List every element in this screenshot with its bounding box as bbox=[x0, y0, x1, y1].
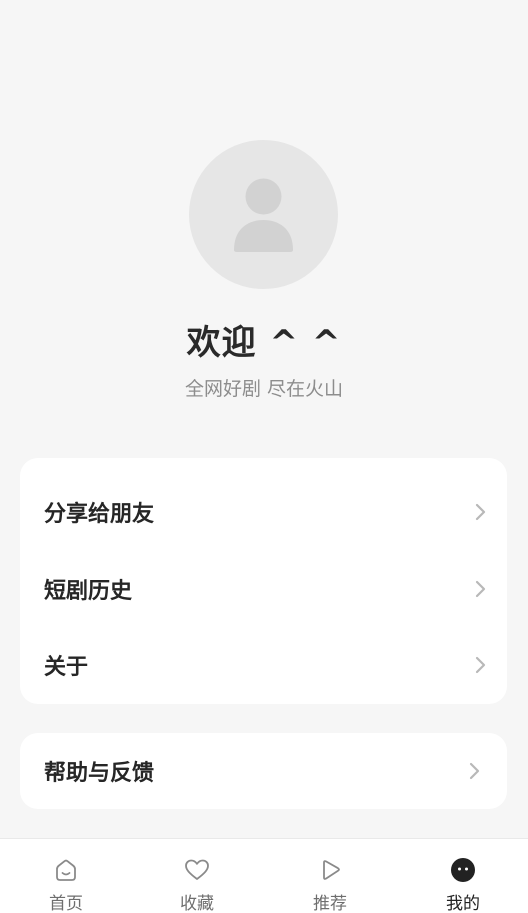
tab-recommend[interactable]: 推荐 bbox=[264, 839, 396, 913]
menu-item-label: 关于 bbox=[44, 655, 89, 680]
tab-label: 推荐 bbox=[313, 894, 347, 913]
tagline: 全网好剧 尽在火山 bbox=[184, 378, 344, 400]
menu-card-primary: 分享给朋友 短剧历史 关于 bbox=[20, 458, 507, 704]
play-icon bbox=[323, 860, 340, 880]
menu-item-about[interactable]: 关于 bbox=[20, 635, 507, 695]
tab-label: 收藏 bbox=[180, 894, 214, 913]
home-icon bbox=[56, 859, 76, 881]
menu-item-label: 短剧历史 bbox=[44, 579, 133, 604]
welcome-title: 欢迎 ^ ^ bbox=[186, 323, 342, 363]
tab-favorites[interactable]: 收藏 bbox=[131, 839, 263, 913]
chevron-right-icon bbox=[475, 580, 486, 598]
heart-icon bbox=[185, 859, 209, 880]
tab-mine[interactable]: 我的 bbox=[397, 839, 528, 913]
menu-item-help-feedback[interactable]: 帮助与反馈 bbox=[20, 741, 507, 801]
chevron-right-icon bbox=[469, 762, 480, 780]
default-user-icon bbox=[234, 178, 293, 252]
menu-item-history[interactable]: 短剧历史 bbox=[20, 559, 507, 619]
chevron-right-icon bbox=[475, 503, 486, 521]
profile-page: 欢迎 ^ ^ 全网好剧 尽在火山 分享给朋友 短剧历史 关于 帮助与反馈 首页 … bbox=[0, 0, 528, 913]
tab-label: 首页 bbox=[49, 894, 83, 913]
avatar[interactable] bbox=[189, 140, 338, 289]
tab-label: 我的 bbox=[446, 894, 480, 913]
menu-item-label: 帮助与反馈 bbox=[44, 761, 155, 786]
menu-item-share[interactable]: 分享给朋友 bbox=[20, 482, 507, 542]
tab-home[interactable]: 首页 bbox=[0, 839, 132, 913]
profile-face-icon bbox=[451, 858, 475, 882]
menu-item-label: 分享给朋友 bbox=[44, 502, 155, 527]
menu-card-secondary: 帮助与反馈 bbox=[20, 733, 507, 809]
bottom-tab-bar: 首页 收藏 推荐 我的 bbox=[0, 838, 528, 913]
chevron-right-icon bbox=[475, 656, 486, 674]
